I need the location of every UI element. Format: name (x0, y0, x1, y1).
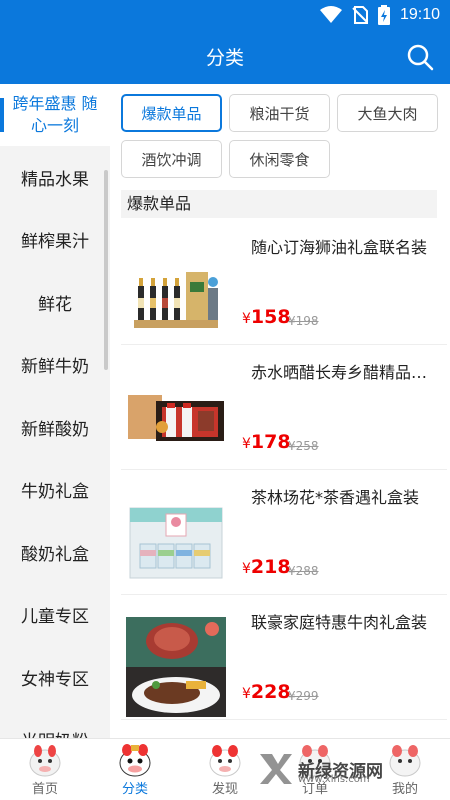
sidebar-item-label: 女神专区 (21, 669, 89, 690)
battery-icon (377, 5, 390, 25)
tab-home[interactable]: 首页 (0, 739, 90, 800)
sidebar-item-label: 鲜花 (38, 294, 72, 315)
watermark-logo-icon (260, 754, 292, 784)
price-value: 228 (250, 681, 291, 703)
sidebar-item-milk-powder[interactable]: 光明奶粉 (0, 709, 110, 738)
chip-grain-oil[interactable]: 粮油干货 (229, 94, 330, 132)
app-header: 分类 (0, 30, 450, 84)
tab-category[interactable]: 分类 (90, 739, 180, 800)
cow-mascot-icon (119, 744, 151, 777)
price-value: 158 (250, 306, 291, 328)
chip-drinks[interactable]: 酒饮冲调 (121, 140, 222, 178)
original-price: ¥288 (288, 564, 319, 578)
product-image (126, 242, 226, 342)
product-image (126, 367, 226, 467)
watermark-url: www.xlhs.com (298, 774, 370, 785)
product-price: ¥218 (242, 556, 291, 578)
sidebar-item-fresh-milk[interactable]: 新鲜牛奶 (0, 334, 110, 397)
product-list: 随心订海狮油礼盒联名装 ¥158 ¥198 赤水晒醋长寿乡醋精品礼盒 ¥178 … (121, 220, 447, 720)
category-sidebar[interactable]: 跨年盛惠 随心一刻 精品水果 鲜榨果汁 鲜花 新鲜牛奶 新鲜酸奶 牛奶礼盒 酸奶… (0, 84, 110, 738)
original-price: ¥198 (288, 314, 319, 328)
search-icon[interactable] (404, 41, 436, 73)
sidebar-item-milk-gift[interactable]: 牛奶礼盒 (0, 459, 110, 522)
tab-label: 发现 (211, 782, 238, 797)
chip-snacks[interactable]: 休闲零食 (229, 140, 330, 178)
original-price: ¥258 (288, 439, 319, 453)
product-image (126, 492, 226, 592)
page-title: 分类 (205, 47, 244, 69)
status-time: 19:10 (399, 6, 440, 23)
sidebar-item-women[interactable]: 女神专区 (0, 646, 110, 709)
product-price: ¥178 (242, 431, 291, 453)
sidebar-item-label: 光明奶粉 (21, 727, 89, 738)
product-item[interactable]: 随心订海狮油礼盒联名装 ¥158 ¥198 (121, 220, 447, 345)
product-price: ¥228 (242, 681, 291, 703)
sidebar-item-fruit[interactable]: 精品水果 (0, 146, 110, 209)
sidebar-item-juice[interactable]: 鲜榨果汁 (0, 209, 110, 272)
currency-symbol: ¥ (242, 561, 251, 577)
wifi-icon (319, 6, 342, 23)
status-bar: 19:10 (0, 0, 450, 30)
product-item[interactable]: 联豪家庭特惠牛肉礼盒装 ¥228 ¥299 (121, 595, 447, 720)
sidebar-item-label: 牛奶礼盒 (21, 482, 89, 503)
sidebar-item-label: 跨年盛惠 随心一刻 (12, 94, 98, 135)
currency-symbol: ¥ (242, 686, 251, 702)
chip-hot-items[interactable]: 爆款单品 (121, 94, 222, 132)
sidebar-item-kids[interactable]: 儿童专区 (0, 584, 110, 647)
currency-symbol: ¥ (242, 436, 251, 452)
currency-symbol: ¥ (242, 311, 251, 327)
no-sim-icon (352, 6, 368, 24)
sidebar-item-promo[interactable]: 跨年盛惠 随心一刻 (0, 84, 110, 146)
section-title: 爆款单品 (121, 190, 437, 218)
watermark: 新绿资源网 www.xlhs.com (258, 752, 383, 786)
chip-fish-meat[interactable]: 大鱼大肉 (337, 94, 438, 132)
product-name: 随心订海狮油礼盒联名装 (251, 238, 428, 257)
sidebar-item-label: 鲜榨果汁 (21, 232, 89, 253)
sidebar-item-label: 新鲜酸奶 (21, 419, 89, 440)
sidebar-item-label: 精品水果 (21, 169, 89, 190)
product-item[interactable]: 茶林场花*茶香遇礼盒装 ¥218 ¥288 (121, 470, 447, 595)
product-name: 茶林场花*茶香遇礼盒装 (251, 488, 420, 507)
product-item[interactable]: 赤水晒醋长寿乡醋精品礼盒 ¥178 ¥258 (121, 345, 447, 470)
sidebar-item-yogurt[interactable]: 新鲜酸奶 (0, 396, 110, 459)
sidebar-item-label: 儿童专区 (21, 607, 89, 628)
price-value: 218 (250, 556, 291, 578)
sidebar-item-yogurt-gift[interactable]: 酸奶礼盒 (0, 521, 110, 584)
cow-mascot-icon (29, 745, 61, 777)
product-image (126, 617, 226, 717)
product-name: 联豪家庭特惠牛肉礼盒装 (251, 613, 428, 632)
product-price: ¥158 (242, 306, 291, 328)
sidebar-scrollbar[interactable] (104, 170, 108, 370)
tab-label: 首页 (31, 782, 58, 797)
sidebar-item-flowers[interactable]: 鲜花 (0, 271, 110, 334)
sidebar-item-label: 新鲜牛奶 (21, 357, 89, 378)
original-price: ¥299 (288, 689, 319, 703)
sidebar-item-label: 酸奶礼盒 (21, 544, 89, 565)
cow-mascot-icon (389, 745, 421, 777)
tab-label: 分类 (121, 782, 148, 797)
cow-mascot-icon (209, 745, 241, 777)
tab-discover[interactable]: 发现 (180, 739, 270, 800)
subcategory-chips: 爆款单品 粮油干货 大鱼大肉 酒饮冲调 休闲零食 (121, 94, 441, 178)
price-value: 178 (250, 431, 291, 453)
product-name: 赤水晒醋长寿乡醋精品礼盒 (251, 363, 431, 382)
